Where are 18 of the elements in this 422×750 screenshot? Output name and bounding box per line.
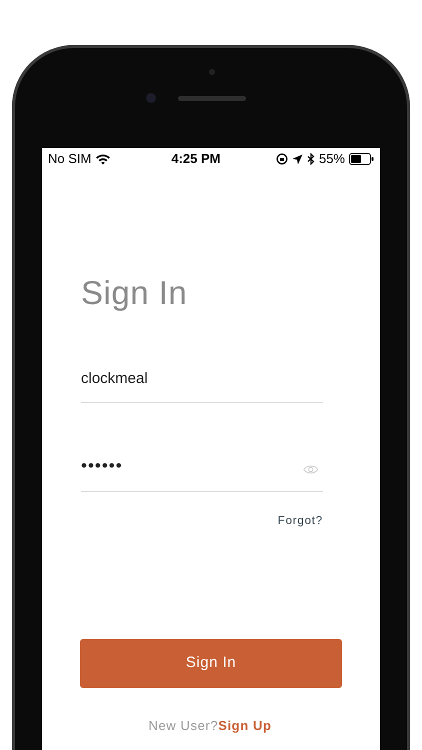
sign-in-button[interactable]: Sign In bbox=[80, 638, 342, 688]
signup-prompt: New User?Sign Up bbox=[148, 718, 272, 732]
location-arrow-icon bbox=[292, 154, 303, 164]
username-field[interactable]: clockmeal bbox=[81, 364, 323, 403]
camera-icon bbox=[146, 93, 156, 103]
page-title: Sign In bbox=[81, 273, 188, 313]
speaker-icon bbox=[178, 96, 246, 101]
wifi-icon bbox=[95, 153, 112, 165]
carrier-label: No SIM bbox=[48, 150, 92, 168]
eye-icon[interactable] bbox=[303, 464, 319, 474]
clock-time: 4:25 PM bbox=[171, 150, 220, 168]
battery-icon bbox=[349, 153, 374, 165]
battery-percent: 55% bbox=[318, 150, 345, 168]
sign-up-link[interactable]: Sign Up bbox=[218, 718, 272, 732]
forgot-link[interactable]: Forgot? bbox=[278, 514, 323, 526]
rotation-lock-icon bbox=[276, 153, 288, 165]
password-field[interactable]: •••••• bbox=[81, 449, 323, 492]
bluetooth-icon bbox=[306, 153, 315, 165]
